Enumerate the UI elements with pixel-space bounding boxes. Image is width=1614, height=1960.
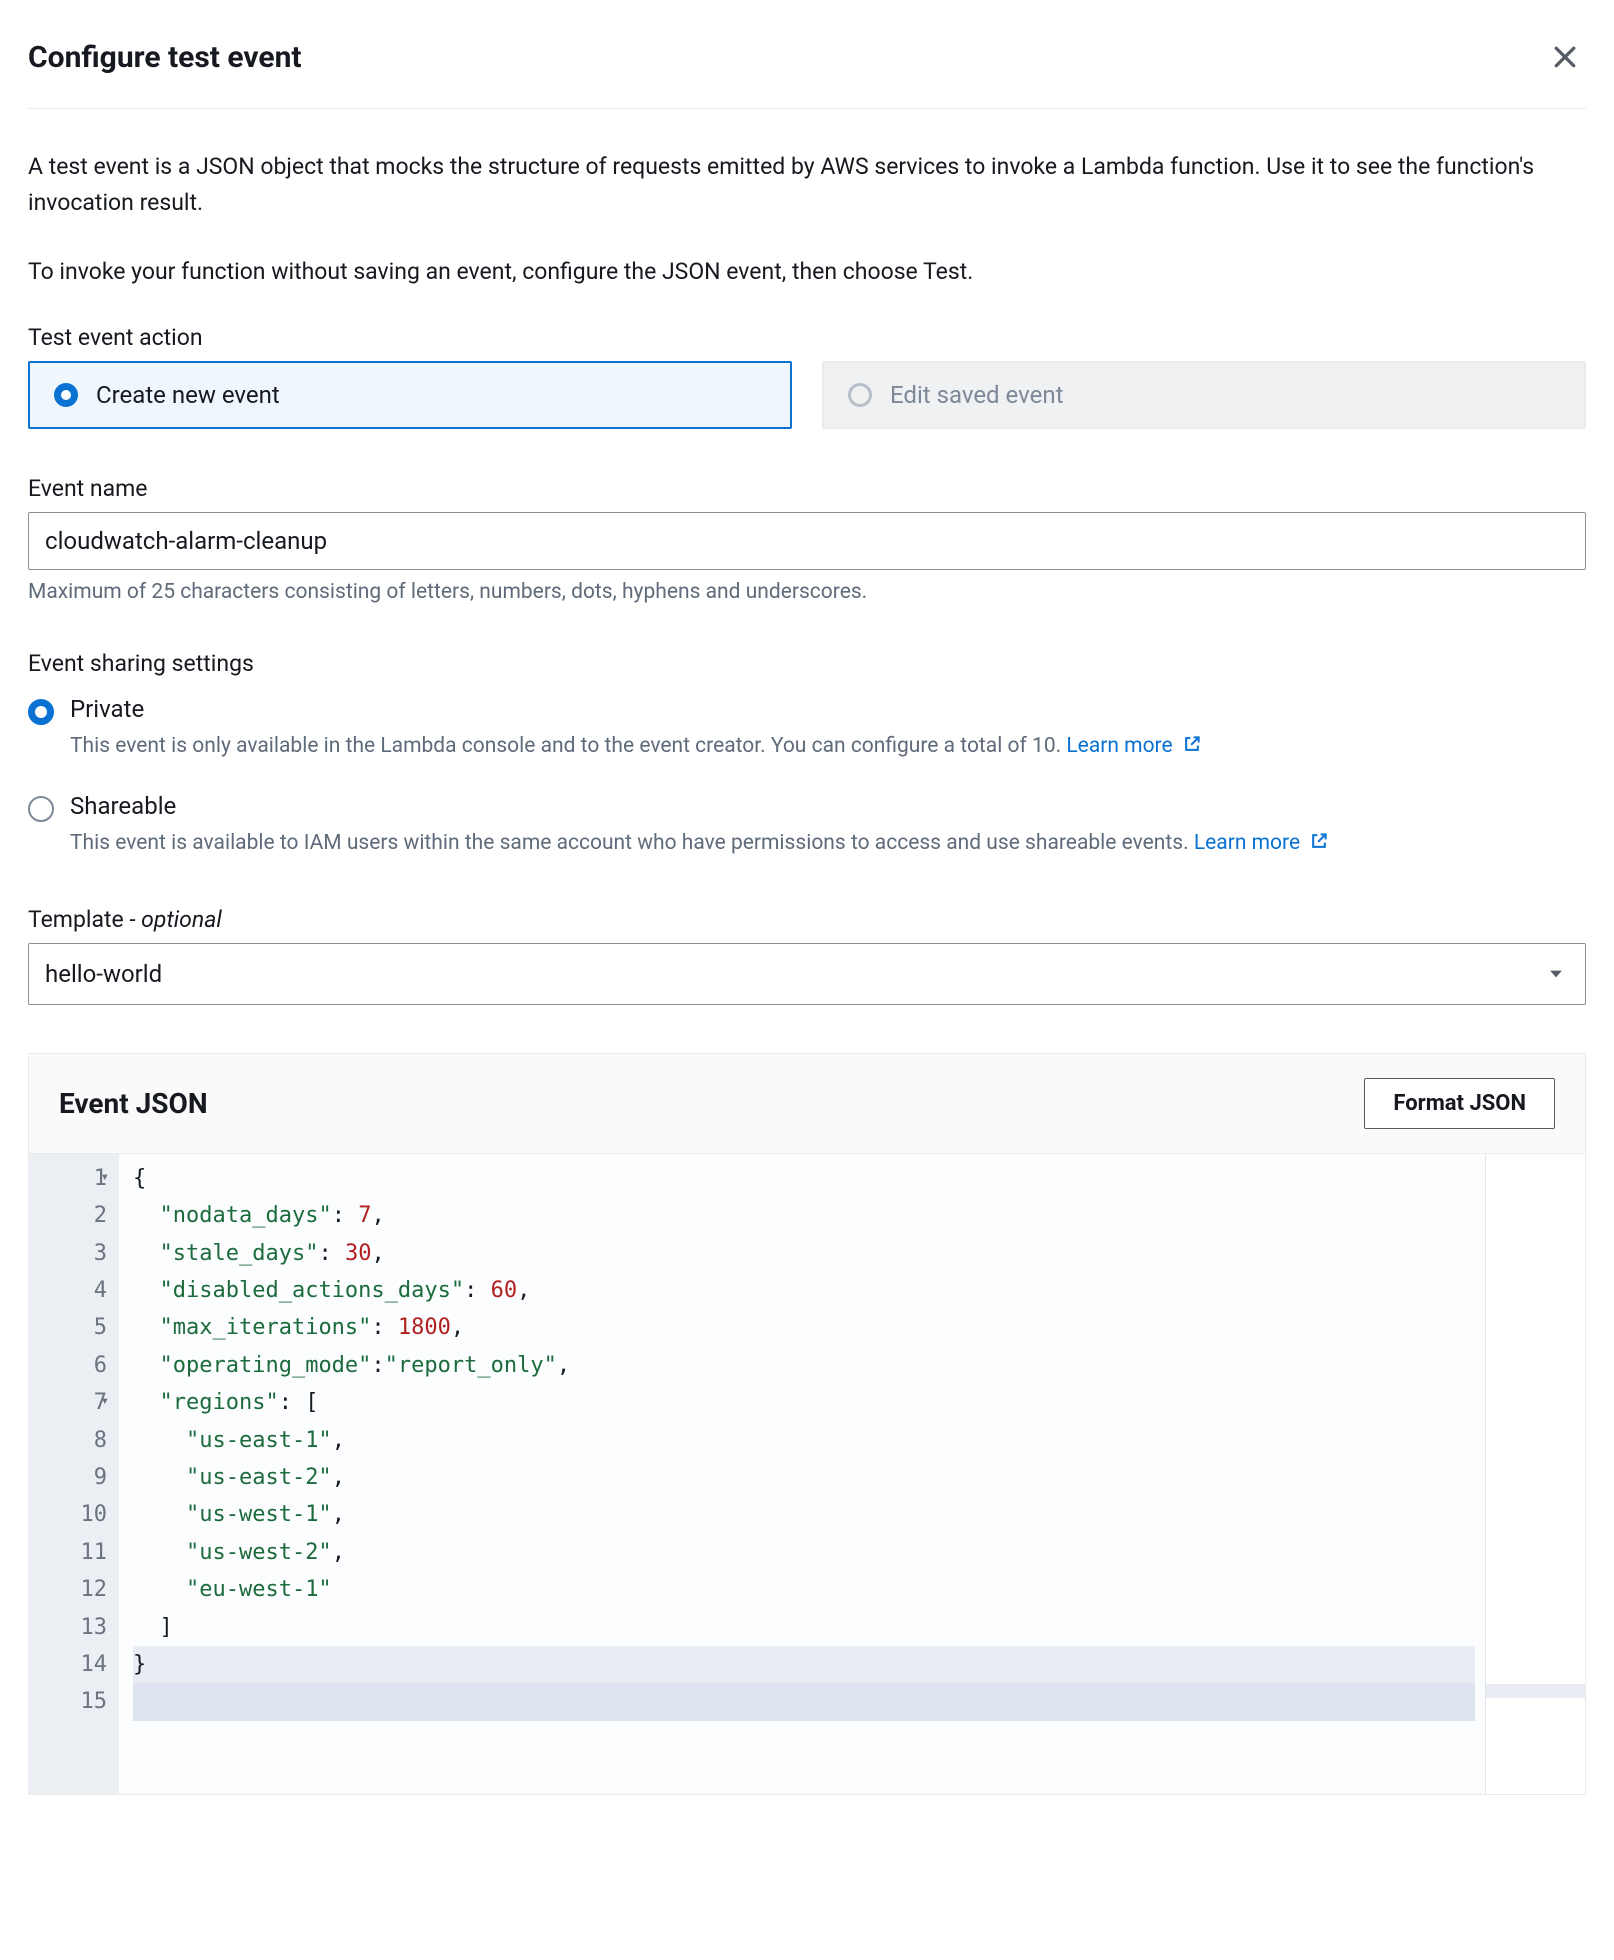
radio-checked-icon xyxy=(28,699,54,725)
sharing-shareable-learn-more-link[interactable]: Learn more xyxy=(1194,831,1329,855)
intro-paragraph-1: A test event is a JSON object that mocks… xyxy=(28,149,1586,220)
external-link-icon xyxy=(1182,734,1202,754)
event-name-input[interactable] xyxy=(28,512,1586,570)
edit-saved-event-option: Edit saved event xyxy=(822,361,1586,429)
format-json-button[interactable]: Format JSON xyxy=(1364,1078,1555,1129)
radio-disabled-icon xyxy=(848,383,872,407)
test-event-action-label: Test event action xyxy=(28,324,1586,351)
template-select[interactable] xyxy=(28,943,1586,1005)
sharing-shareable-desc: This event is available to IAM users wit… xyxy=(28,828,1586,860)
json-editor[interactable]: 1 2 3 4 5 6 7 8 9 10 11 12 13 14 15 { "n… xyxy=(29,1154,1585,1794)
template-label: Template - optional xyxy=(28,906,1586,933)
event-sharing-section: Event sharing settings Private This even… xyxy=(28,650,1586,860)
template-section: Template - optional xyxy=(28,906,1586,1005)
editor-gutter: 1 2 3 4 5 6 7 8 9 10 11 12 13 14 15 xyxy=(29,1154,119,1794)
close-icon xyxy=(1550,42,1580,72)
event-json-title: Event JSON xyxy=(59,1087,208,1120)
minimap-highlight xyxy=(1486,1684,1585,1698)
editor-minimap[interactable] xyxy=(1485,1154,1585,1794)
configure-test-event-dialog: Configure test event A test event is a J… xyxy=(0,0,1614,1835)
sharing-shareable-option[interactable]: Shareable xyxy=(28,792,1586,822)
dialog-header: Configure test event xyxy=(28,0,1586,109)
event-sharing-label: Event sharing settings xyxy=(28,650,1586,677)
sharing-private-desc: This event is only available in the Lamb… xyxy=(28,731,1586,763)
close-button[interactable] xyxy=(1544,36,1586,78)
create-new-event-option[interactable]: Create new event xyxy=(28,361,792,429)
external-link-icon xyxy=(1309,831,1329,851)
intro-paragraph-2: To invoke your function without saving a… xyxy=(28,254,1586,290)
sharing-shareable-title: Shareable xyxy=(70,792,176,820)
radio-unchecked-icon xyxy=(28,796,54,822)
event-json-panel: Event JSON Format JSON 1 2 3 4 5 6 7 8 9… xyxy=(28,1053,1586,1795)
create-new-event-label: Create new event xyxy=(96,381,280,409)
test-event-action-section: Test event action Create new event Edit … xyxy=(28,324,1586,429)
sharing-private-title: Private xyxy=(70,695,144,723)
test-event-action-segmented: Create new event Edit saved event xyxy=(28,361,1586,429)
event-json-header: Event JSON Format JSON xyxy=(29,1054,1585,1154)
intro-text: A test event is a JSON object that mocks… xyxy=(28,149,1586,290)
radio-selected-icon xyxy=(54,383,78,407)
editor-code[interactable]: { "nodata_days": 7, "stale_days": 30, "d… xyxy=(119,1154,1485,1794)
edit-saved-event-label: Edit saved event xyxy=(890,381,1063,409)
event-name-helper: Maximum of 25 characters consisting of l… xyxy=(28,580,1586,604)
event-name-label: Event name xyxy=(28,475,1586,502)
dialog-title: Configure test event xyxy=(28,40,302,75)
sharing-private-learn-more-link[interactable]: Learn more xyxy=(1066,734,1201,758)
sharing-private-option[interactable]: Private xyxy=(28,695,1586,725)
event-name-section: Event name Maximum of 25 characters cons… xyxy=(28,475,1586,604)
